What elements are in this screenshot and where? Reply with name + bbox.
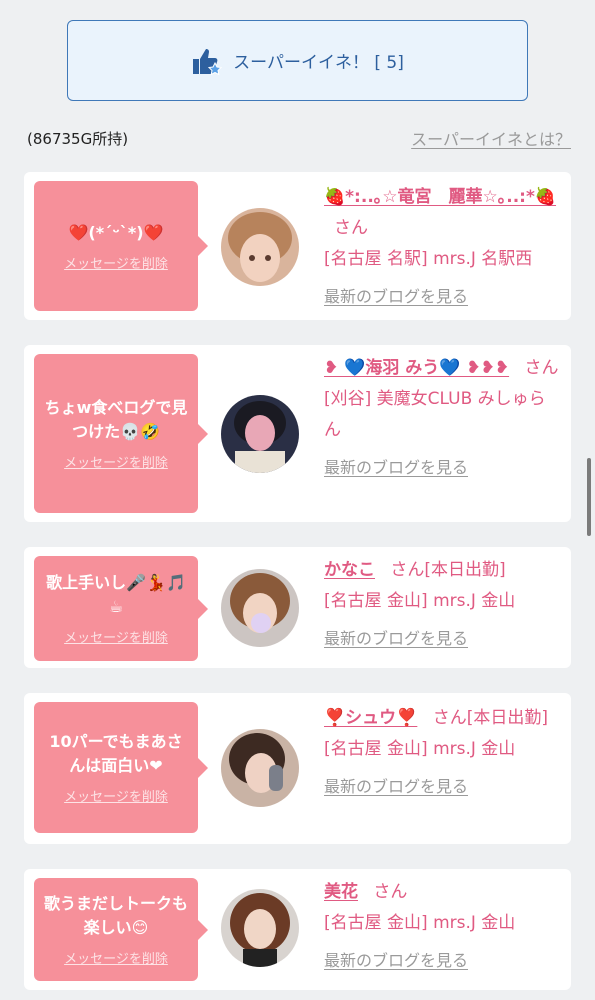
honorific: さん xyxy=(432,708,467,728)
delete-message-link[interactable]: メッセージを削除 xyxy=(64,253,168,272)
delete-message-link[interactable]: メッセージを削除 xyxy=(64,948,168,967)
message-card: 歌上手いし🎤💃🎵☕ メッセージを削除 かなこ さん[本日出勤] [名古屋 金山]… xyxy=(24,547,571,668)
profile-name-link[interactable]: かなこ xyxy=(324,560,375,580)
honorific: さん xyxy=(373,882,408,902)
latest-blog-link[interactable]: 最新のブログを見る xyxy=(324,947,559,971)
message-card: 10パーでもまあさんは面白い❤ メッセージを削除 ❣️シュウ❣️ さん[本日出勤… xyxy=(24,693,571,844)
work-status: [本日出勤] xyxy=(424,560,506,580)
honorific: さん xyxy=(524,358,559,378)
avatar[interactable] xyxy=(221,889,299,967)
super-like-button[interactable]: スーパーイイネ！ [ 5] xyxy=(67,20,528,101)
points-balance: (86735G所持) xyxy=(27,130,129,148)
message-bubble: 歌上手いし🎤💃🎵☕ メッセージを削除 xyxy=(34,556,208,661)
super-like-about-link[interactable]: スーパーイイネとは？ xyxy=(411,126,571,150)
honorific: さん xyxy=(334,218,368,238)
honorific: さん xyxy=(390,560,425,580)
message-bubble: 歌うまだしトークも楽しい😊 メッセージを削除 xyxy=(34,878,208,981)
message-card: 歌うまだしトークも楽しい😊 メッセージを削除 美花 さん [名古屋 金山] mr… xyxy=(24,869,571,990)
profile-name-link[interactable]: 🍓*:..｡☆竜宮 麗華☆｡..:*🍓 xyxy=(324,187,556,207)
profile-info: 美花 さん [名古屋 金山] mrs.J 金山 最新のブログを見る xyxy=(324,877,559,971)
message-card: ちょw食べログで見つけた💀🤣 メッセージを削除 ❥ 💙海羽 みう💙 ❥❥❥ さん… xyxy=(24,345,571,522)
latest-blog-link[interactable]: 最新のブログを見る xyxy=(324,283,559,307)
shop-info: [刈谷] 美魔女CLUB みしゅらん xyxy=(324,389,546,440)
message-text: 10パーでもまあさんは面白い❤ xyxy=(49,732,183,775)
delete-message-link[interactable]: メッセージを削除 xyxy=(64,452,168,471)
message-bubble: 10パーでもまあさんは面白い❤ メッセージを削除 xyxy=(34,702,208,833)
message-card: ❤️(*´ᵕ`*)❤️ メッセージを削除 🍓*:..｡☆竜宮 麗華☆｡..:*🍓… xyxy=(24,172,571,320)
message-text: 歌うまだしトークも楽しい😊 xyxy=(43,894,188,937)
delete-message-link[interactable]: メッセージを削除 xyxy=(64,627,168,646)
avatar[interactable] xyxy=(221,729,299,807)
profile-name-link[interactable]: 美花 xyxy=(324,882,358,902)
work-status: [本日出勤] xyxy=(466,708,549,728)
delete-message-link[interactable]: メッセージを削除 xyxy=(64,786,168,805)
shop-info: [名古屋 名駅] mrs.J 名駅西 xyxy=(324,249,533,269)
shop-info: [名古屋 金山] mrs.J 金山 xyxy=(324,913,516,933)
super-like-label: スーパーイイネ！ [ 5] xyxy=(233,53,404,73)
profile-info: ❥ 💙海羽 みう💙 ❥❥❥ さん [刈谷] 美魔女CLUB みしゅらん 最新のブ… xyxy=(324,353,559,478)
latest-blog-link[interactable]: 最新のブログを見る xyxy=(324,625,559,649)
shop-info: [名古屋 金山] mrs.J 金山 xyxy=(324,739,516,759)
profile-info: ❣️シュウ❣️ さん[本日出勤] [名古屋 金山] mrs.J 金山 最新のブロ… xyxy=(324,703,559,797)
message-bubble: ちょw食べログで見つけた💀🤣 メッセージを削除 xyxy=(34,354,208,513)
message-text: 歌上手いし🎤💃🎵☕ xyxy=(46,573,186,616)
profile-info: 🍓*:..｡☆竜宮 麗華☆｡..:*🍓 さん [名古屋 名駅] mrs.J 名駅… xyxy=(324,182,559,307)
avatar[interactable] xyxy=(221,569,299,647)
profile-name-link[interactable]: ❥ 💙海羽 みう💙 ❥❥❥ xyxy=(324,358,509,378)
shop-info: [名古屋 金山] mrs.J 金山 xyxy=(324,591,516,611)
profile-info: かなこ さん[本日出勤] [名古屋 金山] mrs.J 金山 最新のブログを見る xyxy=(324,555,559,649)
profile-name-link[interactable]: ❣️シュウ❣️ xyxy=(324,708,417,728)
avatar[interactable] xyxy=(221,208,299,286)
thumbs-up-star-icon xyxy=(193,48,223,75)
message-text: ❤️(*´ᵕ`*)❤️ xyxy=(68,222,164,242)
avatar[interactable] xyxy=(221,395,299,473)
latest-blog-link[interactable]: 最新のブログを見る xyxy=(324,454,559,478)
latest-blog-link[interactable]: 最新のブログを見る xyxy=(324,773,559,797)
scrollbar[interactable] xyxy=(587,458,591,536)
message-bubble: ❤️(*´ᵕ`*)❤️ メッセージを削除 xyxy=(34,181,208,311)
message-text: ちょw食べログで見つけた💀🤣 xyxy=(44,398,188,441)
